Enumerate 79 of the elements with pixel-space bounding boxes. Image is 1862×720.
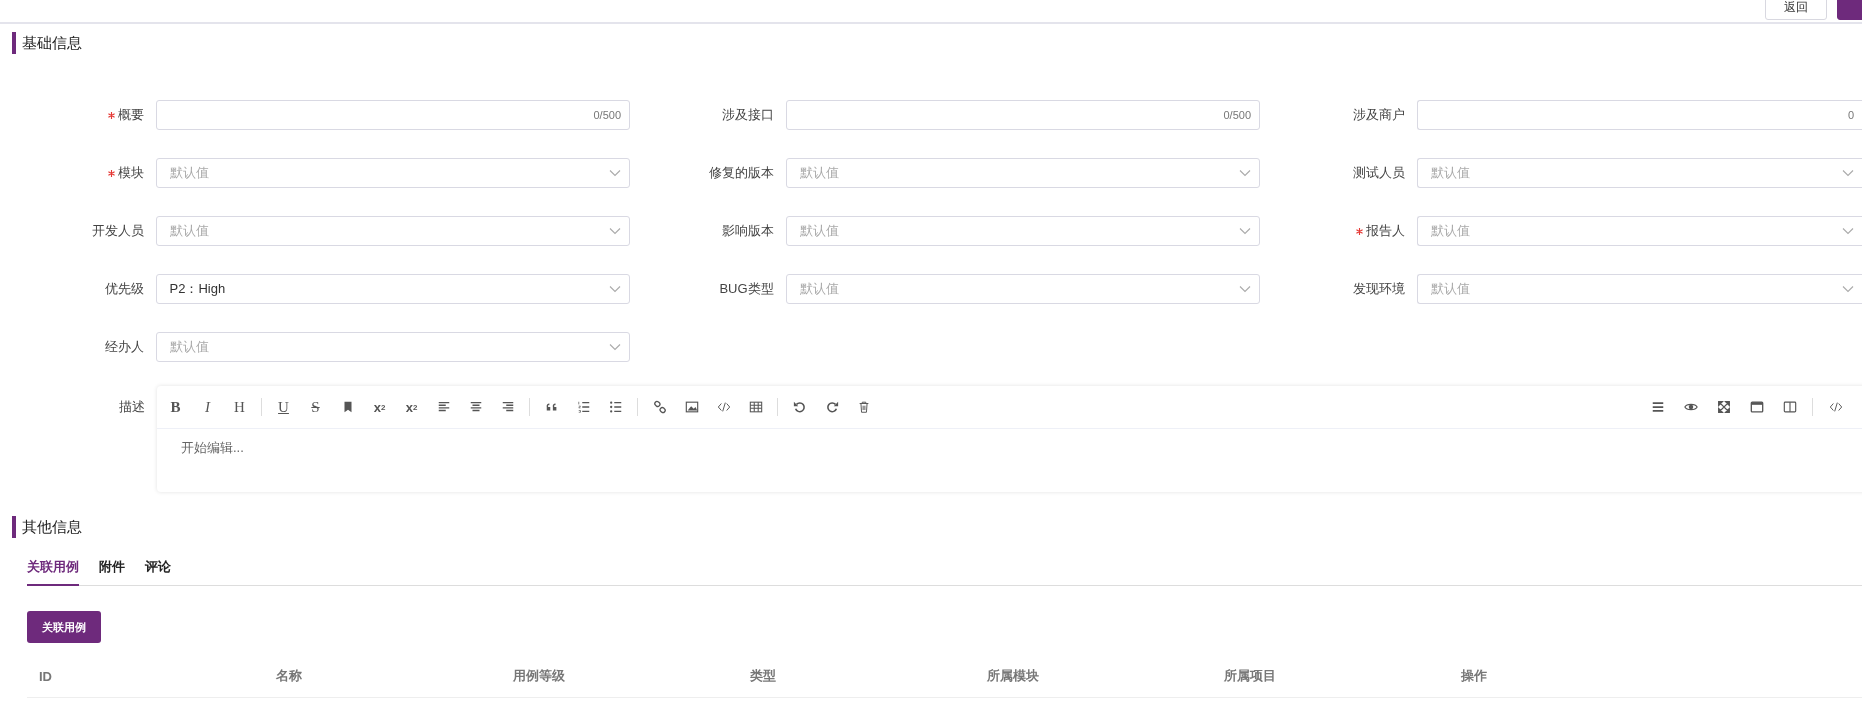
field-label: BUG类型	[719, 280, 774, 298]
text-input-field[interactable]: 0	[1417, 100, 1862, 130]
italic-button[interactable]: I	[197, 396, 218, 418]
columns-icon	[1782, 400, 1797, 414]
select-placeholder: 默认值	[169, 222, 209, 240]
chevron-down-icon	[1239, 285, 1251, 293]
table-icon	[748, 400, 763, 414]
tab[interactable]: 关联用例	[27, 558, 79, 586]
select-placeholder: 默认值	[1431, 222, 1470, 240]
link-icon	[652, 400, 667, 414]
select-placeholder: 默认值	[799, 280, 839, 298]
redo-icon	[824, 400, 839, 414]
select-placeholder: 默认值	[1431, 164, 1470, 182]
field-label: 影响版本	[721, 222, 774, 240]
field-label: 发现环境	[1353, 280, 1405, 298]
select-placeholder: 默认值	[169, 164, 209, 182]
column-header: 名称	[275, 667, 303, 685]
ordered-list-icon	[576, 400, 591, 414]
field-label: 经办人	[104, 338, 144, 356]
undo-icon	[792, 400, 807, 414]
column-header: 用例等级	[512, 667, 566, 685]
heading-button[interactable]: H	[229, 396, 250, 418]
field-label: 开发人员	[91, 222, 144, 240]
chevron-down-icon	[609, 227, 621, 235]
chevron-down-icon	[1239, 227, 1251, 235]
field-label: 概要	[117, 106, 144, 124]
chevron-down-icon	[1842, 227, 1854, 235]
field-label: 涉及商户	[1353, 106, 1405, 124]
back-button[interactable]: 返回	[1765, 0, 1827, 20]
window-icon	[1749, 400, 1764, 414]
code-icon	[716, 400, 731, 414]
text-input-field[interactable]: 0/500	[785, 100, 1260, 130]
strike-button[interactable]: S	[305, 396, 326, 418]
character-counter: 0/500	[1223, 109, 1251, 121]
column-header: 操作	[1460, 667, 1488, 685]
section-title: 其他信息	[12, 516, 1862, 538]
tab[interactable]: 评论	[145, 558, 171, 586]
chevron-down-icon	[609, 343, 621, 351]
field-label: 报告人	[1366, 222, 1405, 240]
code-icon	[1828, 400, 1843, 414]
field-label: 测试人员	[1353, 164, 1405, 182]
select-placeholder: 默认值	[799, 164, 839, 182]
chevron-down-icon	[1239, 169, 1251, 177]
field-label: 优先级	[104, 280, 144, 298]
select-placeholder: 默认值	[1431, 280, 1470, 298]
column-header: 类型	[749, 667, 777, 685]
column-header: 所属项目	[1223, 667, 1277, 685]
bullet-list-icon	[608, 400, 623, 414]
align-right-icon	[500, 400, 515, 414]
field-label: 涉及接口	[721, 106, 774, 124]
bold-button[interactable]: B	[165, 396, 186, 418]
select-value: P2：High	[169, 280, 226, 298]
chevron-down-icon	[1842, 169, 1854, 177]
select-field[interactable]: P2：High	[155, 274, 630, 304]
underline-button[interactable]: U	[273, 396, 294, 418]
align-center-icon	[468, 400, 483, 414]
column-header: 所属模块	[986, 667, 1040, 685]
field-label: 模块	[117, 164, 144, 182]
field-label: 修复的版本	[708, 164, 774, 182]
select-placeholder: 默认值	[169, 338, 209, 356]
chevron-down-icon	[609, 285, 621, 293]
fullscreen-icon	[1716, 400, 1731, 414]
editor-placeholder: 开始编辑...	[180, 439, 245, 457]
tab[interactable]: 附件	[99, 558, 125, 586]
select-placeholder: 默认值	[799, 222, 839, 240]
image-icon	[684, 400, 699, 414]
superscript-button[interactable]: x$^{2}$	[369, 396, 390, 418]
field-label: 描述	[119, 398, 145, 416]
character-counter: 0/500	[593, 109, 621, 121]
character-counter: 0	[1847, 109, 1854, 121]
quote-icon	[544, 400, 559, 414]
chevron-down-icon	[1842, 285, 1854, 293]
menu-icon	[1650, 400, 1665, 414]
align-left-icon	[436, 400, 451, 414]
column-header: ID	[38, 668, 53, 684]
link-case-button[interactable]: 关联用例	[27, 611, 101, 643]
text-input-field[interactable]: 0/500	[155, 100, 630, 130]
section-title: 基础信息	[12, 32, 1862, 54]
chevron-down-icon	[609, 169, 621, 177]
